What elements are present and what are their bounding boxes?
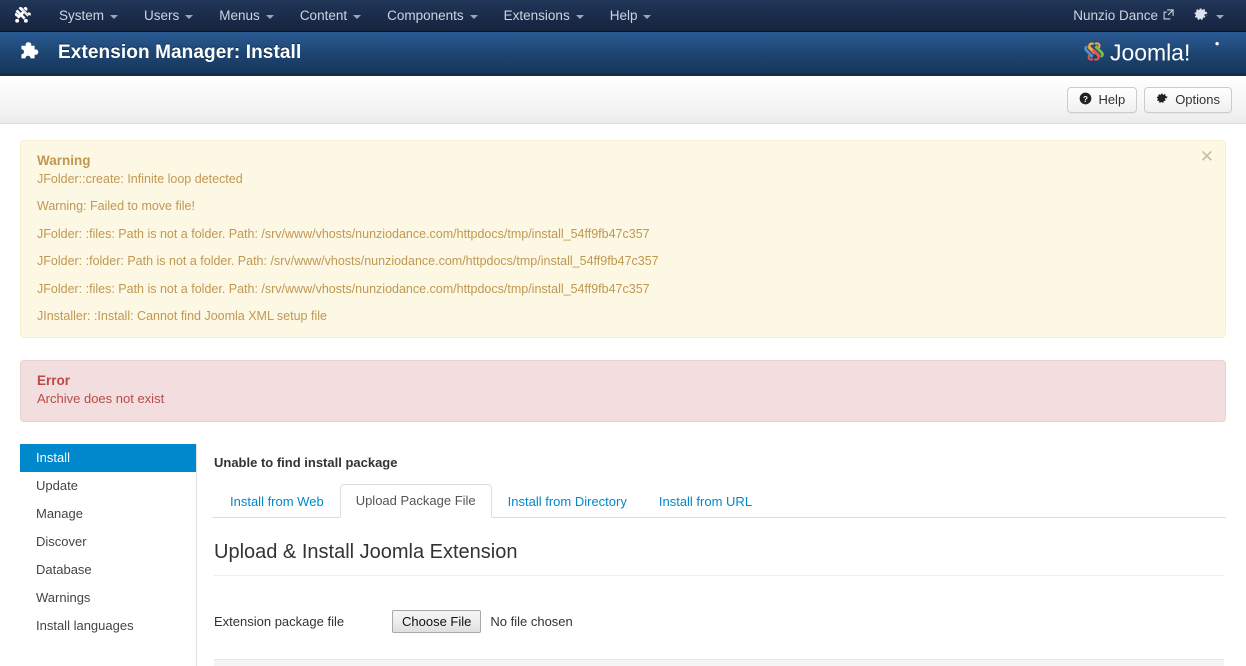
chevron-down-icon [265,14,274,19]
warning-line: JFolder: :folder: Path is not a folder. … [37,254,659,269]
admin-settings-menu[interactable] [1184,7,1232,25]
sidebar-item-label: Update [36,478,78,494]
menu-item-label: Components [387,7,464,23]
user-name-label: Nunzio Dance [1073,8,1158,23]
chevron-down-icon [185,14,194,19]
form-actions-bar: Upload & Install [214,659,1224,666]
svg-text:?: ? [1083,94,1088,103]
menu-item-help[interactable]: Help [597,0,665,32]
sidebar-item-database[interactable]: Database [20,556,196,584]
toolbar: ? Help Options [0,76,1246,124]
sidebar-item-manage[interactable]: Manage [20,500,196,528]
content-area: Unable to find install package Install f… [197,444,1226,666]
menu-item-label: Users [144,7,180,23]
chevron-down-icon [469,14,478,19]
sidebar-item-discover[interactable]: Discover [20,528,196,556]
joomla-brand-icon: Joomla! [1075,36,1234,70]
chevron-down-icon [575,14,584,19]
upload-package-panel: Upload & Install Joomla Extension Extens… [212,541,1226,666]
tab-label: Upload Package File [355,493,476,509]
joomla-logo-icon[interactable] [10,5,32,27]
menu-item-label: System [59,7,105,23]
menu-item-label: Content [299,7,348,23]
gear-icon [1194,7,1209,25]
sidebar-item-label: Database [36,562,92,578]
panel-title: Upload & Install Joomla Extension [214,541,1224,577]
close-icon[interactable]: ✕ [1200,148,1214,165]
sidebar-item-warnings[interactable]: Warnings [20,584,196,612]
options-button[interactable]: Options [1144,86,1232,113]
menu-item-components[interactable]: Components [374,0,491,32]
choose-file-button[interactable]: Choose File [392,610,482,634]
sidebar-item-update[interactable]: Update [20,472,196,500]
site-preview-link[interactable]: Nunzio Dance [1063,8,1180,23]
menu-item-label: Help [609,7,638,23]
menu-item-label: Extensions [503,7,570,23]
page-header: Extension Manager: Install Joomla! [0,32,1246,76]
system-messages: ✕ Warning JFolder::create: Infinite loop… [0,124,1246,423]
error-message: Error Archive does not exist [20,360,1226,423]
file-chosen-status: No file chosen [490,614,573,630]
main-body: Install Update Manage Discover Database … [0,444,1246,666]
admin-main-menu: System Users Menus Content Components Ex… [46,0,664,32]
help-button-label: Help [1098,92,1126,107]
file-upload-control[interactable]: Choose File No file chosen [392,610,573,634]
top-bar-right-group: Nunzio Dance [1063,7,1232,25]
external-link-icon [1163,8,1174,23]
chevron-down-icon [353,14,362,19]
sidebar-item-label: Install [36,450,70,466]
options-button-label: Options [1175,92,1220,107]
warning-line: JFolder: :files: Path is not a folder. P… [37,226,650,241]
gear-icon [1156,92,1169,108]
help-button[interactable]: ? Help [1067,86,1138,113]
menu-item-content[interactable]: Content [287,0,374,32]
page-title: Extension Manager: Install [58,41,302,63]
sidebar-item-label: Warnings [36,590,91,606]
install-method-tabs: Install from Web Upload Package File Ins… [212,484,1226,519]
svg-text:Joomla!: Joomla! [1110,39,1190,65]
warning-line: JInstaller: :Install: Cannot find Joomla… [37,308,327,323]
sidebar-item-install-languages[interactable]: Install languages [20,612,196,640]
puzzle-piece-icon [18,40,44,66]
warning-line: JFolder: :files: Path is not a folder. P… [37,281,650,296]
tab-upload-package-file[interactable]: Upload Package File [339,484,492,519]
menu-item-label: Menus [219,7,260,23]
menu-item-users[interactable]: Users [131,0,206,32]
error-line: Archive does not exist [37,391,165,407]
tab-install-from-url[interactable]: Install from URL [643,485,768,518]
chevron-down-icon [110,14,119,19]
question-circle-icon: ? [1079,92,1092,108]
install-status-heading: Unable to find install package [214,455,398,471]
warning-line: Warning: Failed to move file! [37,199,195,214]
extension-package-file-row: Extension package file Choose File No fi… [214,576,1224,634]
error-title: Error [37,373,71,389]
admin-top-bar: System Users Menus Content Components Ex… [0,0,1246,32]
menu-item-extensions[interactable]: Extensions [491,0,597,32]
tab-label: Install from URL [658,494,753,510]
menu-item-system[interactable]: System [46,0,131,32]
warning-message: ✕ Warning JFolder::create: Infinite loop… [20,140,1226,339]
submenu-sidebar: Install Update Manage Discover Database … [20,444,197,666]
tab-label: Install from Web [230,494,324,510]
sidebar-item-install[interactable]: Install [20,444,196,473]
tab-label: Install from Directory [507,494,627,510]
sidebar-item-label: Manage [36,506,83,522]
chevron-down-icon [1216,14,1224,19]
warning-title: Warning [37,153,91,168]
tab-install-from-web[interactable]: Install from Web [214,485,340,518]
warning-line: JFolder::create: Infinite loop detected [37,172,243,186]
tab-install-from-directory[interactable]: Install from Directory [492,485,643,518]
menu-item-menus[interactable]: Menus [206,0,287,32]
sidebar-item-label: Install languages [36,618,134,634]
sidebar-item-label: Discover [36,534,87,550]
chevron-down-icon [643,14,652,19]
extension-package-file-label: Extension package file [214,614,345,630]
